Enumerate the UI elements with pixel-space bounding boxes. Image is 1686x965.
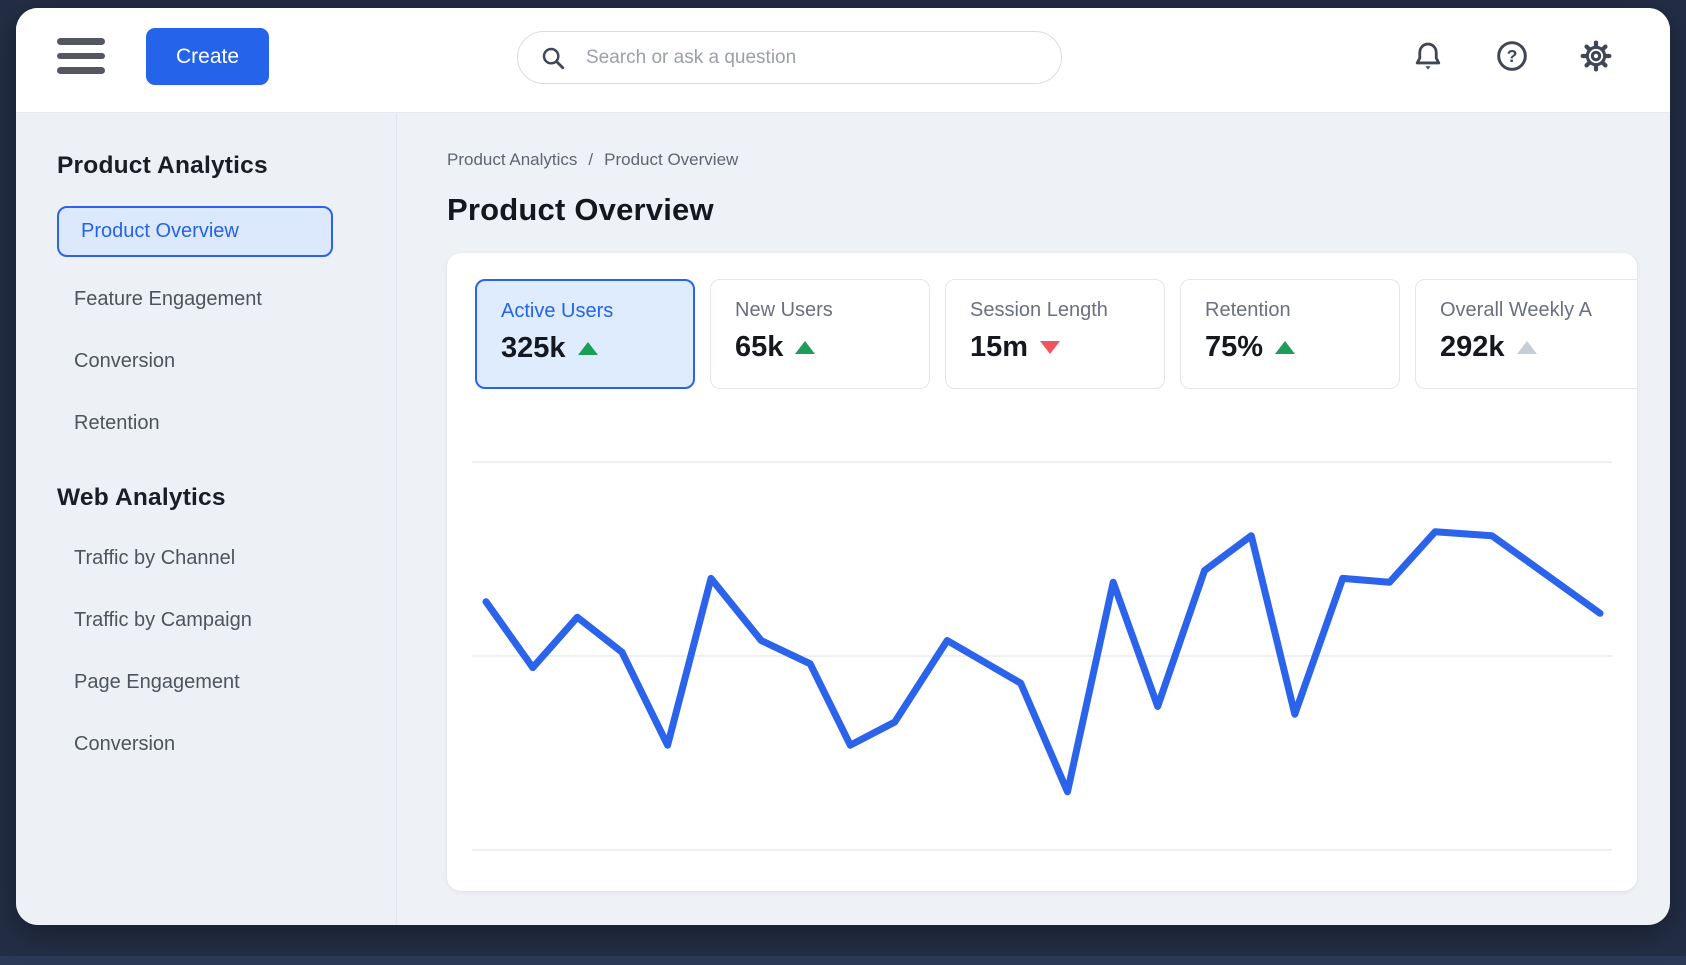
desktop-background: Create ? xyxy=(0,0,1686,965)
notifications-bell-icon[interactable] xyxy=(1411,39,1445,73)
metric-cards-row: Active Users 325k New Users 65k Session Leng… xyxy=(475,279,1637,389)
search-bar[interactable] xyxy=(517,31,1062,84)
app-window: Create ? xyxy=(16,8,1670,925)
sidebar-item-page-engagement[interactable]: Page Engagement xyxy=(57,662,368,703)
metric-value: 15m xyxy=(970,331,1028,364)
chart-line-active-users xyxy=(486,532,1600,792)
breadcrumb-separator: / xyxy=(588,150,593,170)
breadcrumb-product-analytics[interactable]: Product Analytics xyxy=(447,150,577,170)
search-input[interactable] xyxy=(584,46,1039,70)
sidebar-item-product-overview[interactable]: Product Overview xyxy=(57,206,333,257)
trend-up-icon xyxy=(578,342,598,355)
help-icon[interactable]: ? xyxy=(1495,39,1529,73)
metric-label: New Users xyxy=(735,299,929,322)
sidebar-item-feature-engagement[interactable]: Feature Engagement xyxy=(57,279,368,320)
top-bar: Create ? xyxy=(16,8,1670,113)
metric-label: Session Length xyxy=(970,299,1164,322)
sidebar-item-conversion[interactable]: Conversion xyxy=(57,724,368,765)
sidebar-item-traffic-by-campaign[interactable]: Traffic by Campaign xyxy=(57,600,368,641)
active-users-line-chart xyxy=(447,389,1637,891)
metric-label: Overall Weekly A xyxy=(1440,299,1637,322)
overview-panel: Active Users 325k New Users 65k Session Leng… xyxy=(447,253,1637,891)
metric-card-new-users[interactable]: New Users 65k xyxy=(710,279,930,389)
metric-card-overall-weekly-a[interactable]: Overall Weekly A 292k xyxy=(1415,279,1637,389)
metric-card-active-users[interactable]: Active Users 325k xyxy=(475,279,695,389)
main-content: Product Analytics / Product Overview Pro… xyxy=(398,114,1670,925)
sidebar-section-title-product-analytics: Product Analytics xyxy=(57,152,368,180)
trend-up-icon xyxy=(1517,341,1537,354)
metric-value: 325k xyxy=(501,332,566,365)
metric-label: Retention xyxy=(1205,299,1399,322)
trend-up-icon xyxy=(1275,341,1295,354)
sidebar-item-traffic-by-channel[interactable]: Traffic by Channel xyxy=(57,538,368,579)
metric-value: 75% xyxy=(1205,331,1263,364)
create-button[interactable]: Create xyxy=(146,28,269,85)
hamburger-menu-button[interactable] xyxy=(57,32,105,80)
page-title: Product Overview xyxy=(447,192,1670,228)
sidebar-section-title-web-analytics: Web Analytics xyxy=(57,484,368,512)
settings-gear-icon[interactable] xyxy=(1579,39,1613,73)
search-icon xyxy=(540,45,566,71)
trend-up-icon xyxy=(795,341,815,354)
metric-card-session-length[interactable]: Session Length 15m xyxy=(945,279,1165,389)
bottom-edge-highlight xyxy=(0,956,1686,965)
metric-value: 65k xyxy=(735,331,783,364)
svg-text:?: ? xyxy=(1507,46,1518,66)
metric-label: Active Users xyxy=(501,300,693,323)
trend-down-icon xyxy=(1040,341,1060,354)
metric-value: 292k xyxy=(1440,331,1505,364)
sidebar-item-conversion[interactable]: Conversion xyxy=(57,341,368,382)
breadcrumb-product-overview[interactable]: Product Overview xyxy=(604,150,738,170)
sidebar-item-retention[interactable]: Retention xyxy=(57,403,368,444)
metric-card-retention[interactable]: Retention 75% xyxy=(1180,279,1400,389)
breadcrumb: Product Analytics / Product Overview xyxy=(447,150,1670,170)
sidebar: Product Analytics Product Overview Feature… xyxy=(16,114,397,925)
